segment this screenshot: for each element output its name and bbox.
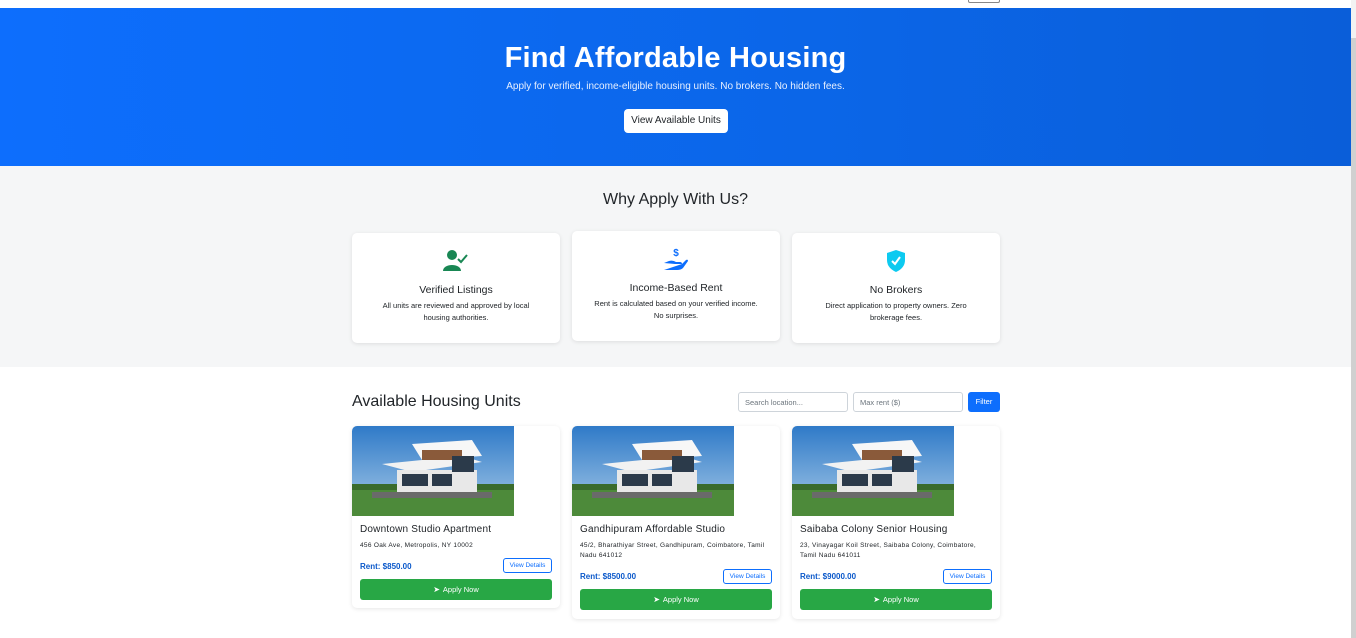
- unit-photo: [572, 426, 734, 516]
- unit-title: Saibaba Colony Senior Housing: [800, 524, 948, 535]
- unit-rent: Rent: $8500.00: [580, 572, 637, 581]
- feature-title: Verified Listings: [419, 284, 493, 296]
- unit-photo: [352, 426, 514, 516]
- unit-rent: Rent: $850.00: [360, 562, 412, 571]
- scrollbar-thumb[interactable]: [1351, 38, 1356, 638]
- why-apply-section: Why Apply With Us? Verified Listings All…: [0, 166, 1351, 367]
- page-scrollbar[interactable]: [1351, 0, 1356, 638]
- apply-now-button[interactable]: ➤ Apply Now: [800, 589, 992, 610]
- feature-description: Rent is calculated based on your verifie…: [594, 299, 758, 320]
- unit-rent: Rent: $9000.00: [800, 572, 857, 581]
- apply-now-button[interactable]: ➤ Apply Now: [580, 589, 772, 610]
- feature-card-no-brokers: No Brokers Direct application to propert…: [792, 233, 1000, 343]
- apply-now-label: Apply Now: [882, 595, 919, 604]
- feature-title: Income-Based Rent: [629, 282, 723, 294]
- filter-button[interactable]: Filter: [968, 392, 1000, 412]
- search-location-input[interactable]: [738, 392, 848, 412]
- unit-card: Downtown Studio Apartment 456 Oak Ave, M…: [352, 426, 560, 608]
- top-navbar: [0, 0, 1356, 8]
- unit-photo: [792, 426, 954, 516]
- navbar-toggler[interactable]: [968, 0, 1000, 3]
- unit-title: Downtown Studio Apartment: [360, 524, 492, 535]
- shield-check-icon: [792, 249, 1000, 273]
- feature-description: Direct application to property owners. Z…: [825, 301, 967, 322]
- paper-plane-icon: ➤: [653, 595, 660, 604]
- available-units-section: Available Housing Units Filter Downtown …: [0, 367, 1351, 638]
- user-check-icon: [352, 249, 560, 273]
- feature-card-income: $ Income-Based Rent Rent is calculated b…: [572, 231, 780, 341]
- unit-card: Saibaba Colony Senior Housing 23, Vinaya…: [792, 426, 1000, 619]
- feature-title: No Brokers: [869, 284, 923, 296]
- svg-text:$: $: [673, 248, 679, 259]
- max-rent-input[interactable]: [853, 392, 963, 412]
- apply-now-label: Apply Now: [662, 595, 699, 604]
- view-available-units-button[interactable]: View Available Units: [624, 109, 728, 133]
- feature-description: All units are reviewed and approved by l…: [382, 301, 530, 322]
- paper-plane-icon: ➤: [433, 585, 440, 594]
- view-details-button[interactable]: View Details: [943, 569, 992, 584]
- view-details-button[interactable]: View Details: [503, 558, 552, 573]
- unit-address: 456 Oak Ave, Metropolis, NY 10002: [360, 542, 474, 549]
- why-heading: Why Apply With Us?: [603, 191, 748, 208]
- unit-title: Gandhipuram Affordable Studio: [580, 524, 726, 535]
- hero-title: Find Affordable Housing: [504, 42, 847, 74]
- feature-card-verified: Verified Listings All units are reviewed…: [352, 233, 560, 343]
- view-details-button[interactable]: View Details: [723, 569, 772, 584]
- apply-now-button[interactable]: ➤ Apply Now: [360, 579, 552, 600]
- apply-now-label: Apply Now: [442, 585, 479, 594]
- hero-section: Find Affordable Housing Apply for verifi…: [0, 8, 1351, 166]
- unit-address: 23, Vinayagar Koil Street, Saibaba Colon…: [800, 542, 977, 559]
- units-heading: Available Housing Units: [352, 393, 521, 410]
- unit-address: 45/2, Bharathiyar Street, Gandhipuram, C…: [580, 542, 765, 559]
- unit-card: Gandhipuram Affordable Studio 45/2, Bhar…: [572, 426, 780, 619]
- paper-plane-icon: ➤: [873, 595, 880, 604]
- hero-subtitle: Apply for verified, income-eligible hous…: [506, 81, 845, 92]
- hand-dollar-icon: $: [572, 247, 780, 271]
